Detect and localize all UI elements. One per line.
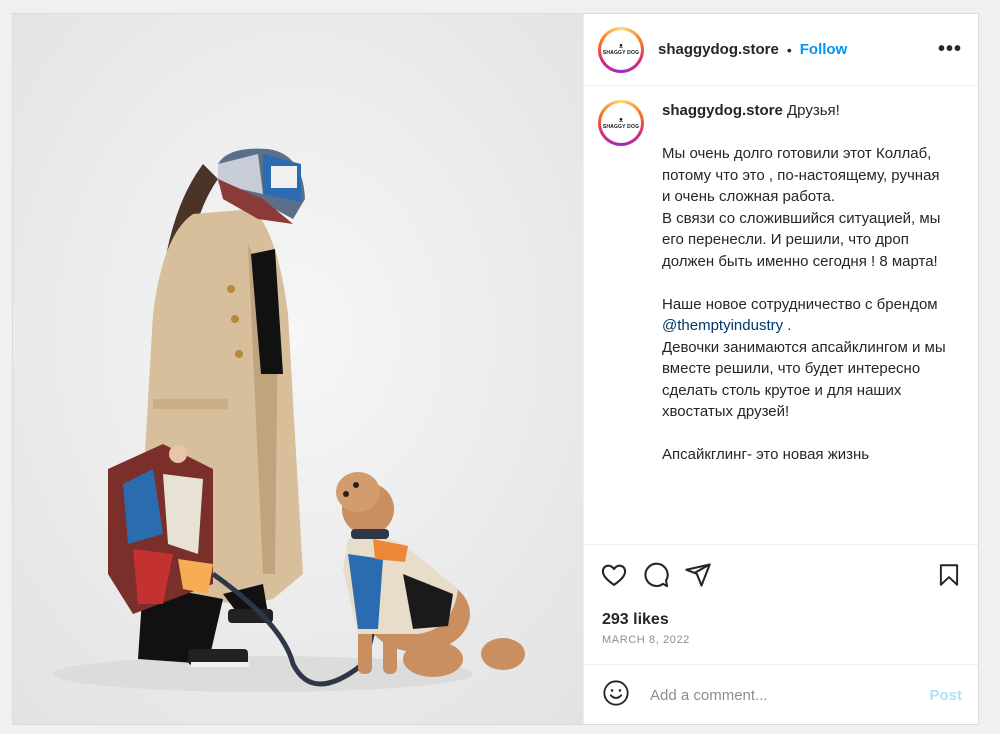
more-options-icon[interactable]: •••	[938, 38, 962, 61]
comment-bar: Post	[584, 664, 978, 724]
emoji-icon[interactable]	[602, 679, 630, 712]
action-icons	[600, 561, 712, 589]
caption-body-part2: . Девочки занимаются апсайклингом и мы в…	[662, 317, 946, 463]
post-sidebar: ᴥ SHAGGY DOG shaggydog.store • Follow ••…	[583, 14, 978, 724]
comment-input[interactable]	[648, 686, 902, 705]
caption-row: ᴥ SHAGGY DOG shaggydog.store Друзья! Мы …	[584, 86, 978, 466]
header-username[interactable]: shaggydog.store	[658, 41, 779, 58]
caption-avatar[interactable]: ᴥ SHAGGY DOG	[598, 100, 644, 146]
post-header: ᴥ SHAGGY DOG shaggydog.store • Follow ••…	[584, 14, 978, 86]
caption-avatar-logo: ᴥ SHAGGY DOG	[601, 103, 641, 143]
heart-icon[interactable]	[600, 561, 628, 589]
caption-body-part1: Друзья! Мы очень долго готовили этот Кол…	[662, 102, 941, 313]
caption-username[interactable]: shaggydog.store	[662, 102, 783, 119]
post-card: ᴥ SHAGGY DOG shaggydog.store • Follow ••…	[12, 13, 979, 725]
post-image[interactable]	[13, 14, 583, 724]
dog-logo-icon: ᴥ	[618, 116, 624, 124]
avatar-logo-text: SHAGGY DOG	[602, 123, 640, 130]
share-icon[interactable]	[684, 561, 712, 589]
avatar-logo-text: SHAGGY DOG	[602, 50, 640, 56]
avatar[interactable]: ᴥ SHAGGY DOG	[598, 26, 644, 73]
follow-button[interactable]: Follow	[800, 41, 848, 58]
caption-mention-link[interactable]: @themptyindustry	[662, 317, 783, 334]
likes-count[interactable]: 293 likes	[602, 611, 669, 629]
avatar-logo: ᴥ SHAGGY DOG	[601, 29, 641, 70]
separator-dot: •	[786, 41, 792, 58]
comment-icon[interactable]	[642, 561, 670, 589]
caption-scroll-area[interactable]: ᴥ SHAGGY DOG shaggydog.store Друзья! Мы …	[584, 86, 978, 544]
bookmark-icon[interactable]	[936, 562, 962, 588]
caption-text: shaggydog.store Друзья! Мы очень долго г…	[662, 100, 952, 466]
post-photo-illustration	[13, 14, 583, 724]
post-date[interactable]: MARCH 8, 2022	[602, 634, 690, 646]
post-comment-button[interactable]: Post	[929, 687, 962, 704]
dog-logo-icon: ᴥ	[618, 43, 624, 50]
